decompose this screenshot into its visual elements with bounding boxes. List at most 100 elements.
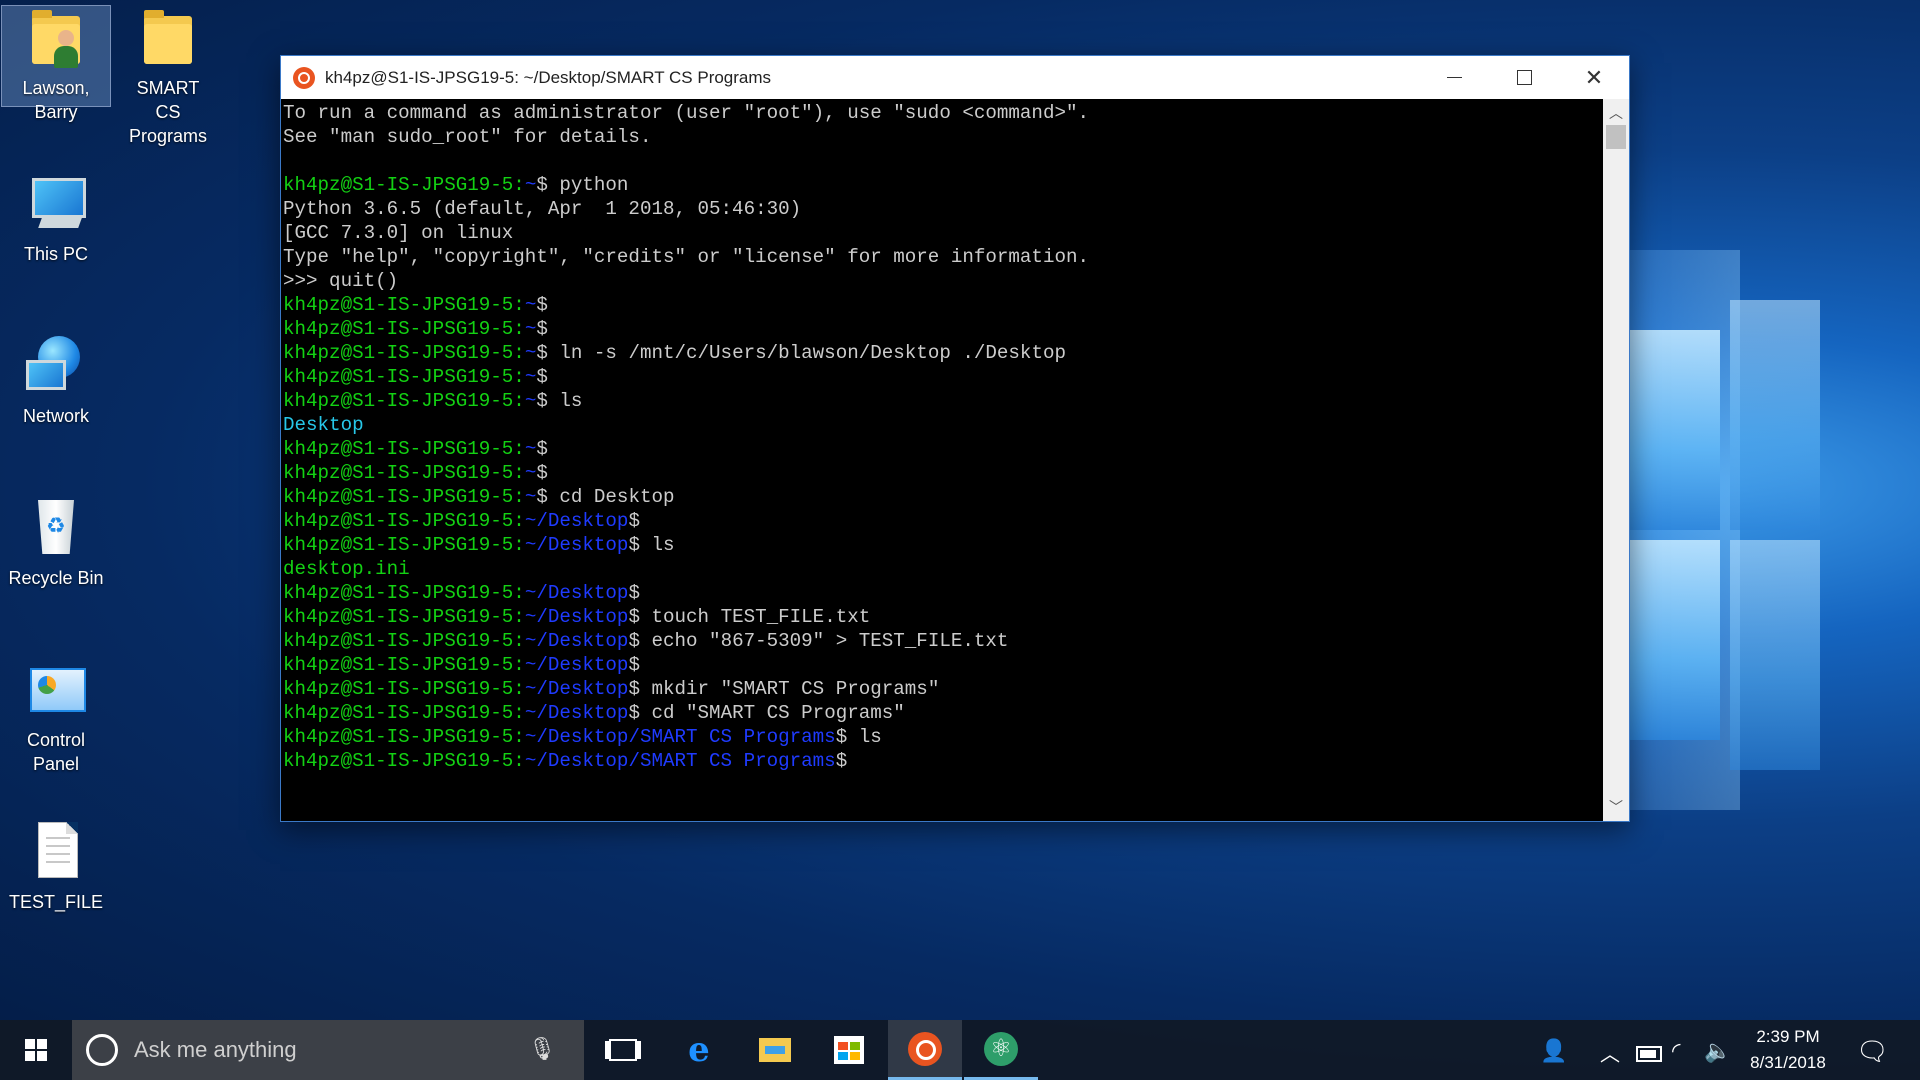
control-panel-icon bbox=[24, 658, 88, 722]
terminal-segment: $ touch TEST_FILE.txt bbox=[628, 606, 871, 628]
desktop-icon-control-panel[interactable]: Control Panel bbox=[2, 658, 110, 776]
desktop-icon-label: This PC bbox=[23, 244, 88, 264]
terminal-output[interactable]: To run a command as administrator (user … bbox=[281, 99, 1603, 821]
terminal-segment: kh4pz@S1-IS-JPSG19-5: bbox=[283, 582, 525, 604]
terminal-segment: $ mkdir "SMART CS Programs" bbox=[628, 678, 940, 700]
terminal-line: Python 3.6.5 (default, Apr 1 2018, 05:46… bbox=[283, 197, 1603, 221]
terminal-segment: kh4pz@S1-IS-JPSG19-5: bbox=[283, 462, 525, 484]
desktop-icon-label: Lawson, Barry bbox=[22, 78, 90, 122]
terminal-segment: kh4pz@S1-IS-JPSG19-5: bbox=[283, 534, 525, 556]
task-view-button[interactable] bbox=[586, 1020, 660, 1080]
battery-icon[interactable] bbox=[1636, 1042, 1662, 1068]
terminal-segment: $ ls bbox=[536, 390, 583, 412]
terminal-line: kh4pz@S1-IS-JPSG19-5:~/Desktop$ touch TE… bbox=[283, 605, 1603, 629]
terminal-line: kh4pz@S1-IS-JPSG19-5:~$ bbox=[283, 317, 1603, 341]
terminal-segment: kh4pz@S1-IS-JPSG19-5: bbox=[283, 366, 525, 388]
terminal-line: kh4pz@S1-IS-JPSG19-5:~/Desktop$ echo "86… bbox=[283, 629, 1603, 653]
terminal-segment: kh4pz@S1-IS-JPSG19-5: bbox=[283, 630, 525, 652]
store-button[interactable] bbox=[812, 1020, 886, 1080]
scroll-up-icon[interactable]: ︿ bbox=[1603, 103, 1629, 123]
terminal-segment: kh4pz@S1-IS-JPSG19-5: bbox=[283, 606, 525, 628]
terminal-segment: $ bbox=[536, 294, 548, 316]
clock-date: 8/31/2018 bbox=[1750, 1053, 1826, 1072]
folder-icon bbox=[136, 6, 200, 70]
terminal-line: Type "help", "copyright", "credits" or "… bbox=[283, 245, 1603, 269]
terminal-line: kh4pz@S1-IS-JPSG19-5:~$ ls bbox=[283, 389, 1603, 413]
windows-logo-icon bbox=[25, 1039, 47, 1061]
title-bar[interactable]: kh4pz@S1-IS-JPSG19-5: ~/Desktop/SMART CS… bbox=[281, 56, 1629, 99]
atom-icon: ⚛ bbox=[984, 1031, 1018, 1066]
clock-time: 2:39 PM bbox=[1756, 1027, 1820, 1046]
close-button[interactable]: ✕ bbox=[1559, 56, 1629, 99]
desktop-icon-smart-cs-programs[interactable]: SMART CS Programs bbox=[114, 6, 222, 148]
terminal-segment: ~ bbox=[524, 342, 537, 364]
terminal-segment: $ bbox=[628, 510, 640, 532]
desktop-icon-this-pc[interactable]: This PC bbox=[2, 172, 110, 266]
terminal-segment: $ ls bbox=[835, 726, 882, 748]
terminal-line: kh4pz@S1-IS-JPSG19-5:~/Desktop$ bbox=[283, 509, 1603, 533]
ubuntu-taskbar-button[interactable] bbox=[888, 1020, 962, 1080]
file-explorer-button[interactable] bbox=[738, 1020, 812, 1080]
desktop-icon-label: TEST_FILE bbox=[8, 892, 104, 912]
scroll-down-icon[interactable]: ﹀ bbox=[1603, 797, 1629, 817]
terminal-segment: $ bbox=[536, 318, 548, 340]
desktop-icon-network[interactable]: Network bbox=[2, 334, 110, 428]
terminal-segment: kh4pz@S1-IS-JPSG19-5: bbox=[283, 726, 525, 748]
terminal-segment: $ bbox=[628, 582, 640, 604]
scrollbar-thumb[interactable] bbox=[1606, 125, 1626, 149]
terminal-segment: [GCC 7.3.0] on linux bbox=[283, 222, 514, 244]
terminal-line: Desktop bbox=[283, 413, 1603, 437]
ubuntu-icon bbox=[908, 1031, 942, 1066]
desktop-icon-label: Network bbox=[22, 406, 89, 426]
terminal-line: To run a command as administrator (user … bbox=[283, 101, 1603, 125]
start-button[interactable] bbox=[0, 1020, 72, 1080]
terminal-segment: kh4pz@S1-IS-JPSG19-5: bbox=[283, 318, 525, 340]
search-box[interactable]: Ask me anything 🎙 bbox=[72, 1020, 584, 1080]
wallpaper-windows-logo bbox=[1620, 290, 1920, 810]
terminal-segment: See "man sudo_root" for details. bbox=[283, 126, 652, 148]
terminal-segment: kh4pz@S1-IS-JPSG19-5: bbox=[283, 678, 525, 700]
minimize-button[interactable] bbox=[1419, 56, 1489, 99]
vertical-scrollbar[interactable]: ︿ ﹀ bbox=[1603, 99, 1629, 821]
taskbar: Ask me anything 🎙 e ⚛ 👤 ︿ ◜ 🔈 2:39 PM 8/… bbox=[0, 1020, 1920, 1080]
terminal-segment: ~/Desktop bbox=[524, 678, 629, 700]
microphone-icon[interactable]: 🎙 bbox=[528, 1036, 556, 1062]
maximize-button[interactable] bbox=[1489, 56, 1559, 99]
file-explorer-icon bbox=[759, 1038, 791, 1062]
terminal-segment: kh4pz@S1-IS-JPSG19-5: bbox=[283, 342, 525, 364]
user-folder-icon bbox=[24, 6, 88, 70]
terminal-segment: >>> quit() bbox=[283, 270, 399, 292]
close-icon: ✕ bbox=[1584, 64, 1604, 90]
terminal-line: kh4pz@S1-IS-JPSG19-5:~/Desktop$ bbox=[283, 653, 1603, 677]
atom-taskbar-button[interactable]: ⚛ bbox=[964, 1020, 1038, 1080]
desktop-icon-recycle-bin[interactable]: Recycle Bin bbox=[2, 496, 110, 590]
terminal-segment: ~/Desktop bbox=[524, 582, 629, 604]
terminal-segment: kh4pz@S1-IS-JPSG19-5: bbox=[283, 174, 525, 196]
cortana-icon bbox=[86, 1034, 118, 1066]
wifi-icon[interactable]: ◜ bbox=[1672, 1038, 1681, 1064]
terminal-segment: ~/Desktop bbox=[524, 510, 629, 532]
desktop-icon-test-file[interactable]: TEST_FILE bbox=[2, 820, 110, 914]
terminal-segment: ~ bbox=[524, 486, 537, 508]
search-placeholder: Ask me anything bbox=[134, 1037, 297, 1062]
terminal-line: kh4pz@S1-IS-JPSG19-5:~/Desktop$ bbox=[283, 581, 1603, 605]
terminal-line: kh4pz@S1-IS-JPSG19-5:~/Desktop/SMART CS … bbox=[283, 725, 1603, 749]
terminal-segment: ~/Desktop bbox=[524, 606, 629, 628]
terminal-segment: ~ bbox=[524, 318, 537, 340]
terminal-segment: ~ bbox=[524, 174, 537, 196]
desktop-icon-label: Recycle Bin bbox=[8, 568, 104, 588]
terminal-segment: $ ls bbox=[628, 534, 675, 556]
terminal-window[interactable]: kh4pz@S1-IS-JPSG19-5: ~/Desktop/SMART CS… bbox=[280, 55, 1630, 822]
volume-icon[interactable]: 🔈 bbox=[1704, 1038, 1731, 1064]
terminal-segment: ~ bbox=[524, 366, 537, 388]
terminal-segment: kh4pz@S1-IS-JPSG19-5: bbox=[283, 438, 525, 460]
action-center-icon[interactable]: 🗨 bbox=[1856, 1036, 1889, 1067]
clock[interactable]: 2:39 PM 8/31/2018 bbox=[1738, 1020, 1838, 1080]
people-icon[interactable]: 👤 bbox=[1540, 1038, 1567, 1064]
show-hidden-icons-chevron-icon[interactable]: ︿ bbox=[1600, 1038, 1620, 1067]
desktop-icon-user-folder[interactable]: Lawson, Barry bbox=[1, 5, 111, 122]
terminal-line: kh4pz@S1-IS-JPSG19-5:~$ bbox=[283, 461, 1603, 485]
edge-button[interactable]: e bbox=[662, 1020, 736, 1080]
terminal-segment: $ python bbox=[536, 174, 629, 196]
